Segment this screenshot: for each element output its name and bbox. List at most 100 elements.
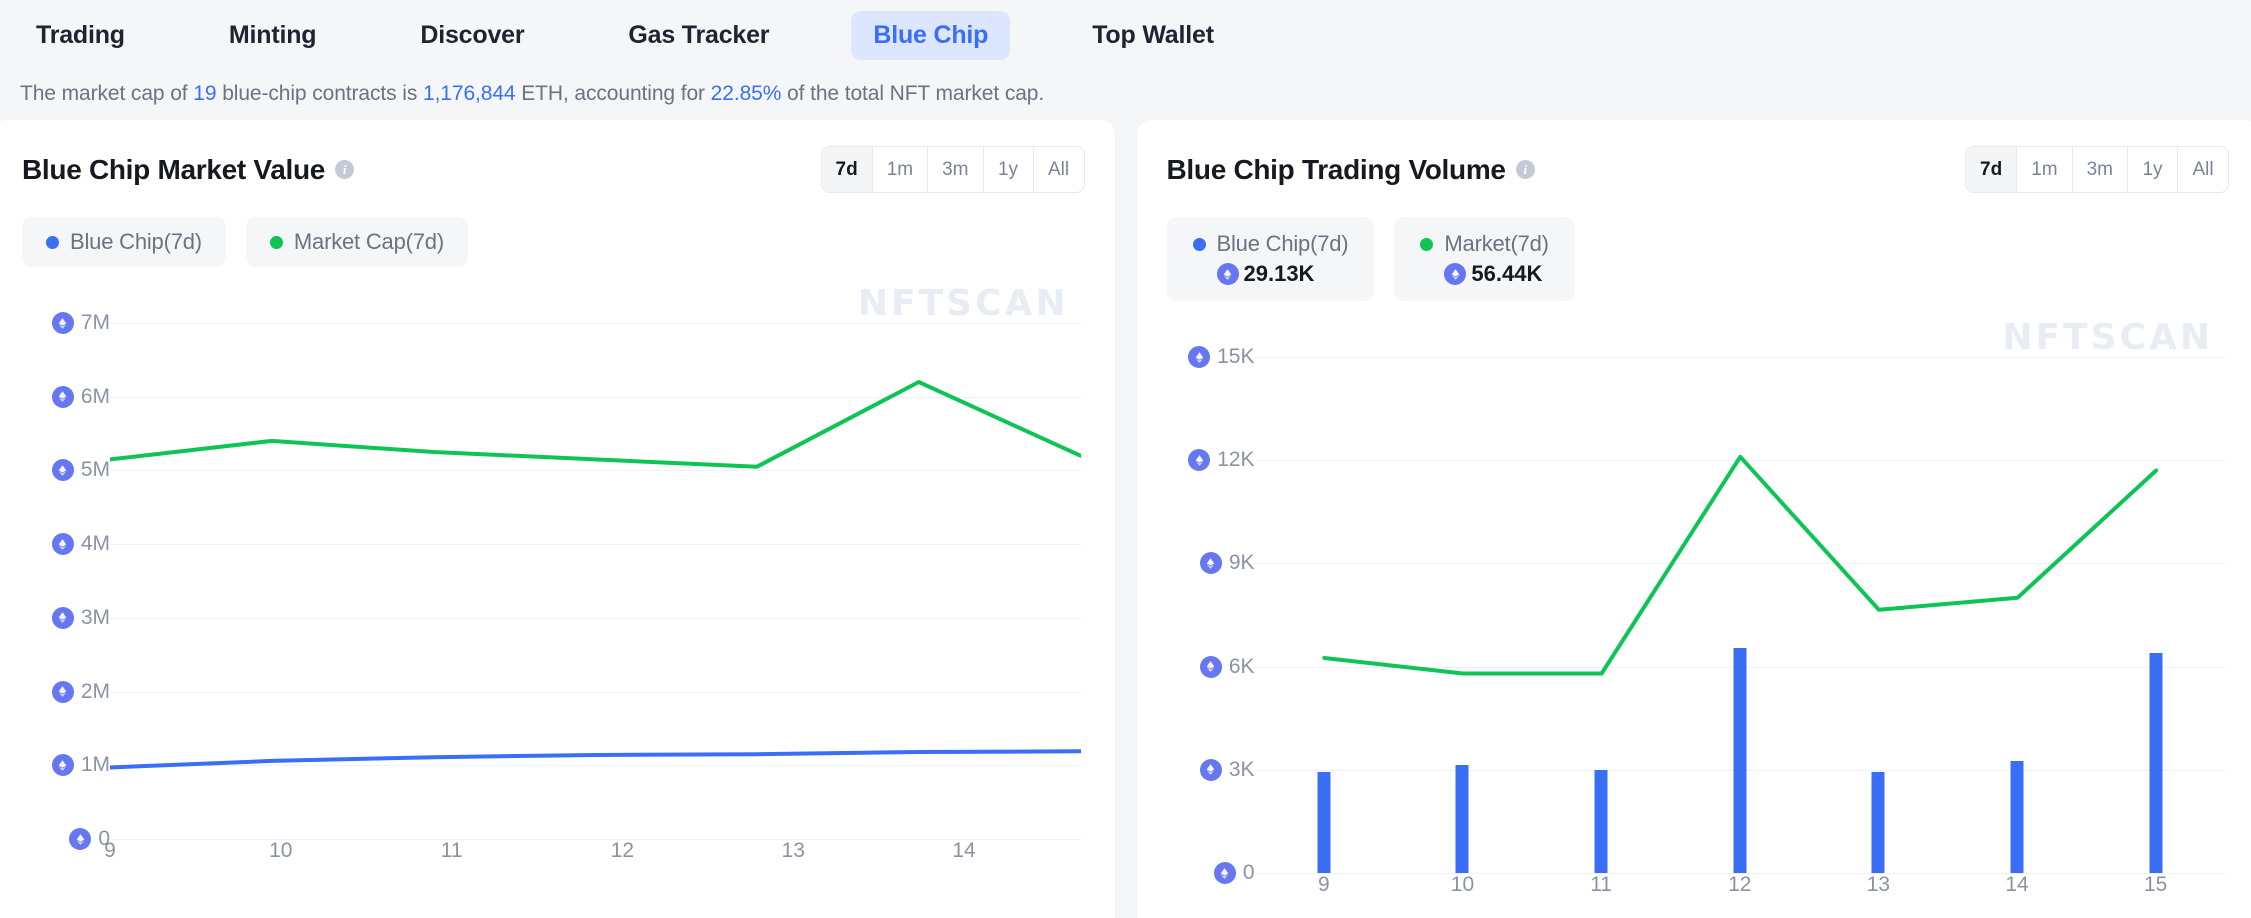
legend-value-blue-chip: 29.13K bbox=[1193, 261, 1349, 287]
eth-icon bbox=[1188, 346, 1211, 368]
summary-text-4: of the total NFT market cap. bbox=[781, 82, 1045, 105]
info-icon[interactable]: i bbox=[335, 160, 355, 179]
nav-tab-blue-chip[interactable]: Blue Chip bbox=[851, 10, 1011, 60]
legend-chip-blue-chip-left[interactable]: Blue Chip(7d) bbox=[22, 217, 226, 267]
range-btn-7d-left[interactable]: 7d bbox=[821, 147, 873, 192]
legend-chip-blue-chip-right[interactable]: Blue Chip(7d) 29.13K bbox=[1166, 217, 1375, 301]
charts-container: Blue Chip Market Value i 7d 1m 3m 1y All… bbox=[0, 120, 2251, 918]
eth-icon bbox=[1213, 862, 1236, 884]
left-range-selector[interactable]: 7d 1m 3m 1y All bbox=[820, 146, 1085, 193]
legend-dot-blue bbox=[1192, 237, 1206, 251]
nav-tab-discover[interactable]: Discover bbox=[398, 11, 546, 60]
legend-value-text-market: 56.44K bbox=[1471, 261, 1543, 286]
y-axis-tick-label: 12K bbox=[1217, 448, 1255, 472]
page-title-left: Blue Chip Market Value bbox=[22, 153, 326, 185]
legend-label-market: Market(7d) bbox=[1444, 231, 1549, 256]
series-line-blue-chip-d- bbox=[110, 749, 1081, 770]
series-line-market bbox=[1321, 454, 2158, 676]
nav-tab-top-wallet[interactable]: Top Wallet bbox=[1070, 11, 1236, 60]
left-plot: 7M 6M 5M 4M 3M 2M 1M 0 9 10 11 12 13 14 bbox=[0, 311, 1115, 887]
legend-label-market-cap: Market Cap(7d) bbox=[293, 229, 444, 254]
x-axis-tick-label: 11 bbox=[1590, 873, 1612, 896]
y-axis-tick: 6K bbox=[1199, 655, 1255, 679]
range-btn-1y-left[interactable]: 1y bbox=[983, 147, 1034, 192]
x-axis-tick-label: 9 bbox=[104, 839, 116, 862]
top-navigation: Trading Minting Discover Gas Tracker Blu… bbox=[0, 0, 2251, 70]
range-btn-7d-right[interactable]: 7d bbox=[1966, 147, 2018, 192]
y-axis-tick-label: 9K bbox=[1228, 551, 1255, 575]
range-btn-1y-right[interactable]: 1y bbox=[2128, 147, 2178, 192]
y-axis-tick: 0 bbox=[1213, 861, 1255, 885]
y-axis-tick: 7M bbox=[51, 311, 110, 335]
right-x-axis: 9 10 11 12 13 14 15 bbox=[1255, 873, 2226, 913]
x-axis-tick-label: 11 bbox=[440, 839, 463, 862]
legend-top-row: Market Cap(7d) bbox=[269, 229, 444, 255]
y-axis-tick-label: 0 bbox=[1242, 861, 1255, 884]
summary-market-cap: 1,176,844 bbox=[422, 82, 516, 105]
legend-top-row: Market(7d) bbox=[1420, 231, 1549, 257]
y-axis-tick-label: 3M bbox=[80, 605, 110, 629]
right-legend: Blue Chip(7d) 29.13K Market(7d) 56.44K bbox=[1137, 193, 2251, 301]
summary-text-2: blue-chip contracts is bbox=[216, 82, 423, 105]
summary-text-3: ETH, accounting for bbox=[515, 82, 711, 105]
legend-dot-green bbox=[1420, 237, 1434, 251]
right-plot-area bbox=[1254, 357, 2225, 874]
y-axis-tick-label: 2M bbox=[80, 679, 110, 703]
range-btn-all-left[interactable]: All bbox=[1033, 147, 1084, 192]
blue-chip-market-value-card: Blue Chip Market Value i 7d 1m 3m 1y All… bbox=[0, 120, 1115, 918]
legend-dot-green bbox=[269, 235, 283, 249]
y-axis-tick: 6M bbox=[51, 384, 110, 409]
eth-icon bbox=[51, 754, 74, 777]
legend-chip-market-cap-left[interactable]: Market Cap(7d) bbox=[245, 217, 468, 267]
y-axis-tick: 15K bbox=[1188, 345, 1255, 369]
x-axis-tick-label: 13 bbox=[781, 839, 805, 862]
y-axis-tick: 12K bbox=[1188, 448, 1255, 472]
x-axis-tick-label: 10 bbox=[269, 839, 293, 862]
y-axis-tick: 1M bbox=[51, 753, 110, 777]
eth-icon bbox=[51, 459, 74, 482]
left-card-header: Blue Chip Market Value i 7d 1m 3m 1y All bbox=[0, 120, 1115, 193]
eth-icon bbox=[1199, 552, 1222, 575]
nav-tab-minting[interactable]: Minting bbox=[207, 11, 338, 60]
eth-icon bbox=[51, 680, 74, 703]
nav-tab-trading[interactable]: Trading bbox=[14, 11, 147, 60]
eth-icon bbox=[1199, 758, 1222, 781]
y-axis-tick: 9K bbox=[1199, 551, 1255, 575]
legend-value-market: 56.44K bbox=[1420, 261, 1548, 287]
nftscan-watermark: NFTSCAN bbox=[857, 283, 1069, 324]
y-axis-tick-label: 6M bbox=[80, 384, 110, 408]
right-card-title-group: Blue Chip Trading Volume i bbox=[1167, 154, 1535, 186]
range-btn-3m-right[interactable]: 3m bbox=[2072, 147, 2128, 192]
y-axis-tick-label: 3K bbox=[1228, 757, 1255, 781]
page-title-right: Blue Chip Trading Volume bbox=[1166, 153, 1507, 185]
range-btn-1m-left[interactable]: 1m bbox=[872, 147, 929, 192]
x-axis-tick-label: 12 bbox=[1728, 873, 1752, 896]
y-axis-tick-label: 7M bbox=[80, 311, 110, 334]
y-axis-tick: 3M bbox=[51, 605, 110, 630]
right-card-header: Blue Chip Trading Volume i 7d 1m 3m 1y A… bbox=[1137, 120, 2251, 193]
eth-icon bbox=[1444, 263, 1467, 285]
nav-tab-gas-tracker[interactable]: Gas Tracker bbox=[606, 11, 791, 60]
x-axis-tick-label: 13 bbox=[1866, 873, 1891, 896]
summary-percent: 22.85% bbox=[710, 82, 782, 105]
range-btn-all-right[interactable]: All bbox=[2178, 147, 2228, 192]
right-y-axis: 15K 12K 9K 6K 3K 0 bbox=[1137, 345, 1255, 918]
left-line-chart-svg bbox=[110, 380, 1081, 770]
left-plot-area bbox=[110, 323, 1081, 840]
range-btn-3m-left[interactable]: 3m bbox=[928, 147, 984, 192]
range-btn-1m-right[interactable]: 1m bbox=[2017, 147, 2073, 192]
right-chart-area: NFTSCAN 15K 12K 9K 6K 3K 0 9 10 11 12 13 14 15 bbox=[1137, 311, 2251, 918]
left-y-axis: 7M 6M 5M 4M 3M 2M 1M 0 bbox=[0, 311, 110, 887]
y-axis-tick-label: 5M bbox=[80, 458, 110, 482]
info-icon[interactable]: i bbox=[1515, 160, 1535, 179]
legend-chip-market-right[interactable]: Market(7d) 56.44K bbox=[1394, 217, 1575, 301]
y-axis-tick-label: 4M bbox=[80, 532, 110, 556]
y-axis-tick: 2M bbox=[51, 679, 110, 704]
right-range-selector[interactable]: 7d 1m 3m 1y All bbox=[1965, 146, 2229, 193]
legend-value-text-blue: 29.13K bbox=[1243, 261, 1315, 286]
y-axis-tick-label: 1M bbox=[80, 753, 110, 777]
right-plot: 15K 12K 9K 6K 3K 0 9 10 11 12 13 14 15 bbox=[1137, 345, 2251, 918]
left-chart-area: NFTSCAN 7M 6M 5M 4M 3M 2M 1M 0 9 10 11 12 13 14 bbox=[0, 277, 1115, 887]
left-card-title-group: Blue Chip Market Value i bbox=[22, 153, 355, 186]
y-axis-tick: 4M bbox=[51, 532, 110, 556]
